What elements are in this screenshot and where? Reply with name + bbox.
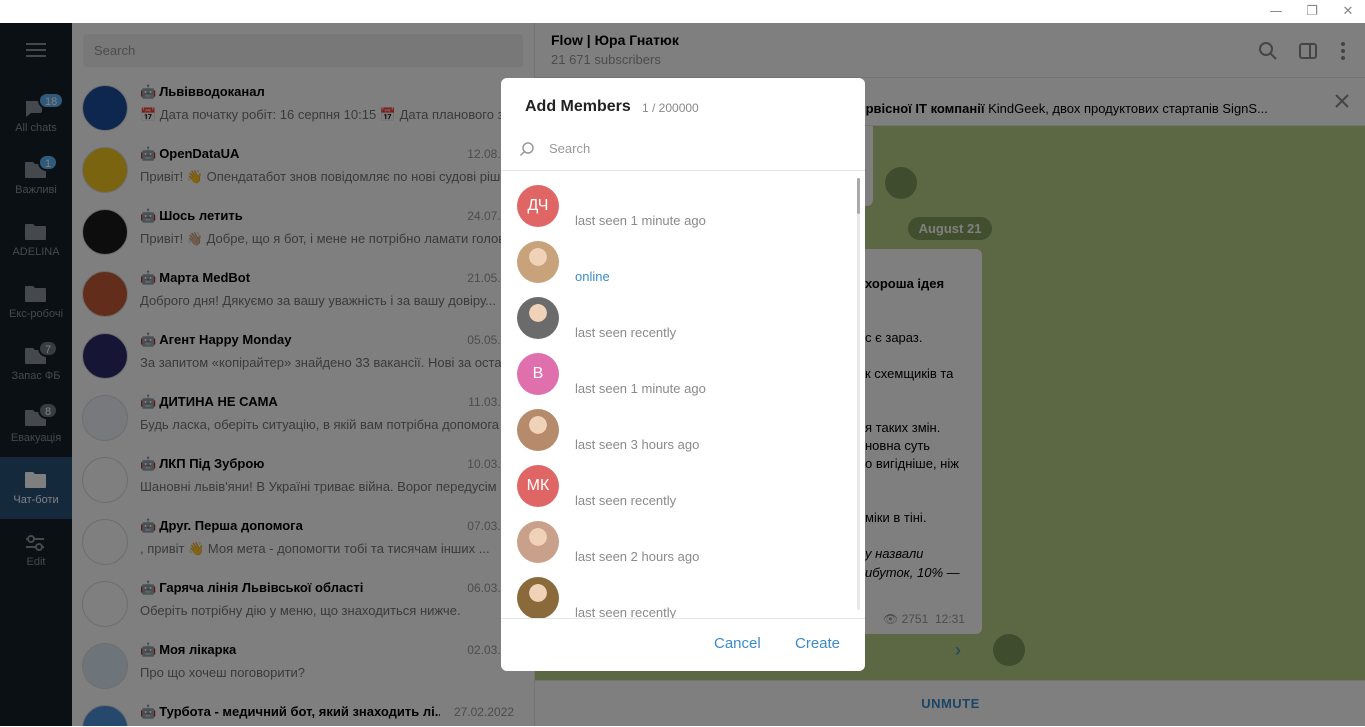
minimize-icon[interactable]: —	[1259, 0, 1293, 23]
member-row[interactable]: last seen recently	[501, 284, 856, 340]
search-icon	[519, 142, 534, 157]
scrollbar-track[interactable]	[857, 178, 860, 610]
close-window-icon[interactable]: ✕	[1331, 0, 1365, 23]
member-row[interactable]: last seen recently	[501, 564, 856, 618]
member-avatar	[517, 577, 559, 618]
member-row[interactable]: last seen 2 hours ago	[501, 508, 856, 564]
dialog-footer: Cancel Create	[501, 618, 865, 671]
member-count: 1 / 200000	[642, 101, 699, 115]
scrollbar-thumb[interactable]	[857, 178, 860, 214]
member-status: last seen recently	[575, 605, 677, 618]
member-status: last seen 2 hours ago	[575, 549, 700, 564]
member-avatar: ДЧ	[517, 185, 559, 227]
member-status: last seen recently	[575, 493, 677, 508]
member-status: last seen 1 minute ago	[575, 381, 706, 396]
member-avatar	[517, 521, 559, 563]
member-avatar: В	[517, 353, 559, 395]
member-row[interactable]: ДЧ last seen 1 minute ago	[501, 172, 856, 228]
member-row[interactable]: online	[501, 228, 856, 284]
member-search[interactable]: Search	[501, 133, 865, 171]
member-avatar	[517, 297, 559, 339]
cancel-button[interactable]: Cancel	[714, 635, 761, 652]
member-status: last seen 3 hours ago	[575, 437, 700, 452]
restore-icon[interactable]: ❐	[1295, 0, 1329, 23]
member-row[interactable]: Вlast seen 1 minute ago	[501, 340, 856, 396]
member-search-input[interactable]: Search	[549, 141, 590, 156]
dialog-title: Add Members	[525, 98, 631, 115]
create-button[interactable]: Create	[795, 635, 840, 652]
member-list: ДЧ last seen 1 minute ago online last seen …	[501, 172, 865, 618]
add-members-dialog: Add Members 1 / 200000 Search ДЧ last see…	[501, 78, 865, 671]
window-titlebar: — ❐ ✕	[0, 0, 1365, 23]
member-avatar	[517, 409, 559, 451]
member-avatar: МК	[517, 465, 559, 507]
member-row[interactable]: МК last seen recently	[501, 452, 856, 508]
member-status: last seen 1 minute ago	[575, 213, 706, 228]
member-status: last seen recently	[575, 325, 677, 340]
member-avatar	[517, 241, 559, 283]
member-status: online	[575, 269, 610, 284]
member-row[interactable]: last seen 3 hours ago	[501, 396, 856, 452]
